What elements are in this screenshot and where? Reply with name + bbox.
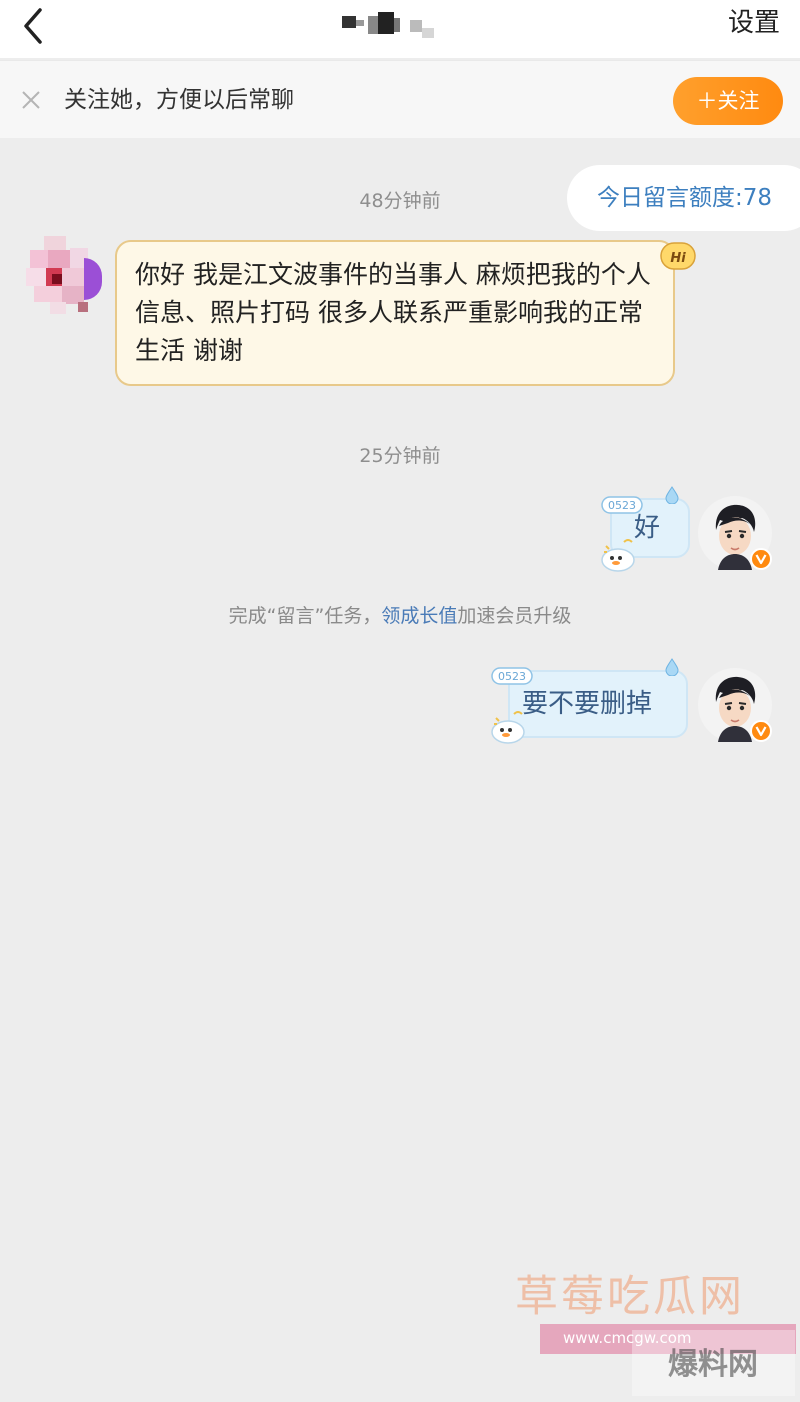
task-tip-prefix: 完成“留言”任务，: [228, 605, 382, 627]
watermark-logo-text: 爆料网: [668, 1347, 758, 1382]
water-drop-icon: [665, 486, 679, 504]
user-avatar[interactable]: [698, 668, 772, 742]
vip-badge-icon: [750, 548, 772, 570]
outgoing-message-bubble[interactable]: 要不要删掉: [508, 670, 688, 738]
settings-button[interactable]: 设置: [728, 6, 780, 40]
back-arrow-icon[interactable]: [18, 6, 50, 46]
task-tip: 完成“留言”任务，领成长值加速会员升级: [0, 603, 800, 629]
follow-hint-text: 关注她，方便以后常聊: [64, 87, 294, 113]
watermark-logo: 爆料网: [632, 1330, 795, 1396]
message-timestamp: 48分钟前: [359, 190, 441, 212]
top-nav-bar: 设置: [0, 0, 800, 58]
hi-badge-icon: Hi: [660, 242, 696, 270]
duck-sticker-icon: [491, 711, 525, 744]
contact-name-blurred: [338, 6, 450, 44]
hi-badge-text: Hi: [670, 251, 686, 266]
vip-badge-icon: [750, 720, 772, 742]
sticker-number: 0523: [608, 499, 636, 512]
user-avatar[interactable]: [698, 496, 772, 570]
incoming-message-bubble[interactable]: 你好 我是江文波事件的当事人 麻烦把我的个人信息、照片打码 很多人联系严重影响我…: [115, 240, 675, 386]
watermark-title: 草莓吃瓜网: [515, 1272, 745, 1322]
follow-button[interactable]: ＋关注: [673, 77, 783, 125]
contact-avatar-blurred[interactable]: [26, 236, 106, 316]
incoming-message-text: 你好 我是江文波事件的当事人 麻烦把我的个人信息、照片打码 很多人联系严重影响我…: [135, 260, 651, 365]
duck-sticker-icon: [601, 539, 635, 572]
growth-value-link[interactable]: 领成长值: [381, 605, 457, 627]
follow-suggestion-bar: 关注她，方便以后常聊 ＋关注: [0, 60, 800, 138]
outgoing-message-text: 要不要删掉: [522, 689, 653, 719]
sticker-number-tag-icon: 0523: [601, 496, 643, 514]
message-timestamp: 25分钟前: [359, 445, 441, 467]
sticker-number: 0523: [498, 670, 526, 683]
sticker-number-tag-icon: 0523: [491, 667, 533, 685]
close-icon[interactable]: [20, 89, 42, 111]
water-drop-icon: [665, 658, 679, 676]
task-tip-suffix: 加速会员升级: [457, 605, 572, 627]
